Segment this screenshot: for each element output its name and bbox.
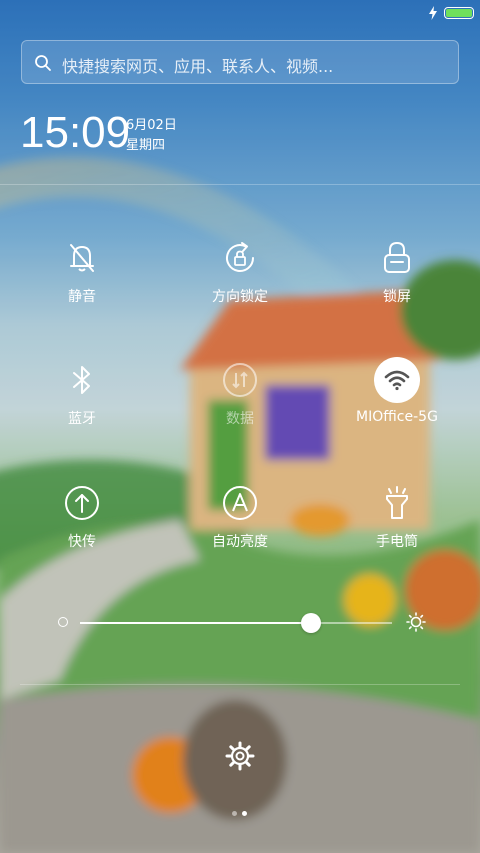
toggle-lock-screen[interactable]: 锁屏 [337, 238, 457, 306]
toggle-flashlight[interactable]: 手电筒 [337, 483, 457, 551]
brightness-low-icon [58, 617, 68, 627]
settings-gear-icon[interactable] [224, 740, 256, 772]
search-placeholder: 快捷搜索网页、应用、联系人、视频... [62, 57, 334, 76]
bell-slash-icon [70, 244, 94, 272]
page-dot [232, 811, 237, 816]
toggle-auto-brightness-label: 自动亮度 [212, 534, 268, 550]
lock-icon [384, 241, 410, 273]
brightness-thumb[interactable] [300, 613, 321, 633]
brightness-slider[interactable] [56, 608, 426, 638]
toggle-wifi[interactable]: MIOffice-5G [337, 357, 457, 425]
toggle-bluetooth-label: 蓝牙 [68, 411, 96, 427]
brightness-high-icon [406, 612, 426, 632]
bluetooth-icon [73, 366, 90, 394]
toggle-share-label: 快传 [68, 534, 96, 550]
toggle-mute-label: 静音 [68, 289, 96, 305]
charging-icon [429, 6, 437, 20]
brightness-fill [80, 622, 311, 624]
wifi-icon [384, 370, 410, 391]
toggle-mute[interactable]: 静音 [22, 238, 142, 306]
search-bar[interactable]: 快捷搜索网页、应用、联系人、视频... [21, 40, 459, 84]
toggle-flashlight-label: 手电筒 [376, 534, 418, 550]
page-indicator [230, 811, 250, 817]
notification-shade: 快捷搜索网页、应用、联系人、视频... 15:09 6月02日 星期四 静音 方… [0, 0, 480, 853]
auto-brightness-icon [223, 486, 257, 520]
battery-level [446, 9, 472, 17]
toggle-auto-brightness[interactable]: 自动亮度 [180, 483, 300, 551]
clock-date: 6月02日 星期四 [126, 116, 177, 156]
mobile-data-icon [223, 363, 257, 397]
toggle-quick-share[interactable]: 快传 [22, 483, 142, 551]
upload-icon [65, 486, 99, 520]
toggle-mobile-data[interactable]: 数据 [180, 360, 300, 428]
date-text: 6月02日 [126, 118, 177, 133]
flashlight-icon [386, 486, 408, 519]
wifi-active-bg [374, 357, 420, 403]
divider [0, 184, 480, 185]
toggle-rotation-lock[interactable]: 方向锁定 [180, 238, 300, 306]
clock-time: 15:09 [20, 108, 131, 157]
rotation-lock-icon [226, 242, 254, 273]
toggle-data-label: 数据 [226, 411, 254, 427]
toggle-rotation-label: 方向锁定 [212, 289, 268, 305]
weekday-text: 星期四 [126, 138, 166, 153]
brightness-track[interactable] [80, 613, 392, 633]
page-dot [242, 811, 247, 816]
battery-icon [444, 7, 474, 19]
toggle-lock-label: 锁屏 [383, 289, 411, 305]
toggle-wifi-label: MIOffice-5G [356, 409, 438, 425]
toggle-bluetooth[interactable]: 蓝牙 [22, 360, 142, 428]
status-bar [0, 0, 480, 26]
search-icon [35, 55, 51, 71]
divider [20, 684, 460, 685]
